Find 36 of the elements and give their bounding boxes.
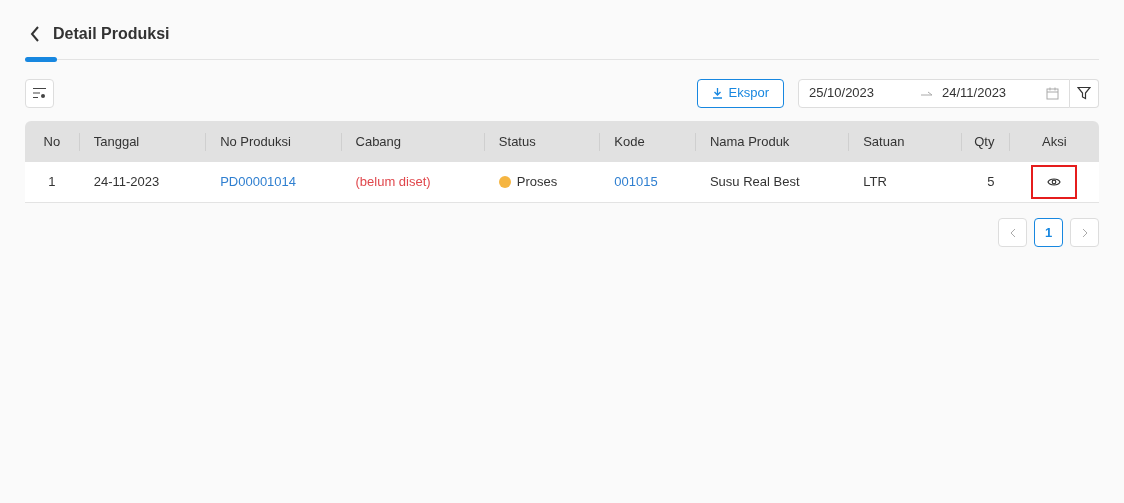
production-link[interactable]: PD00001014	[220, 174, 297, 190]
column-header: Satuan	[863, 132, 905, 151]
table-cell: Susu Real Best	[709, 174, 800, 190]
table-cell: (belum diset)	[355, 174, 431, 190]
code-link[interactable]: 001015	[614, 174, 658, 190]
eye-icon	[1047, 177, 1062, 187]
column-header: Aksi	[1041, 132, 1067, 151]
end-date: 24/11/2023	[942, 84, 1008, 103]
table-cell: 24-11-2023	[93, 174, 160, 190]
column-header: Status	[498, 132, 536, 151]
chevron-right-icon	[1081, 227, 1088, 238]
filter-button[interactable]	[1070, 78, 1099, 108]
settings-list-icon	[32, 87, 47, 99]
table-cell: 5	[987, 174, 995, 190]
date-range-field[interactable]: 25/10/2023 24/11/2023	[798, 78, 1070, 108]
column-header: Nama Produk	[709, 132, 790, 151]
column-settings-button[interactable]	[25, 78, 54, 108]
filter-icon	[1077, 86, 1091, 100]
column-header: Kode	[614, 132, 645, 151]
column-header: Cabang	[355, 132, 402, 151]
start-date: 25/10/2023	[809, 84, 876, 103]
column-header: Qty	[974, 132, 995, 151]
export-button[interactable]: Ekspor	[696, 78, 784, 108]
download-icon	[711, 87, 723, 99]
page-button[interactable]: 1	[1034, 218, 1063, 247]
table-cell: LTR	[863, 174, 887, 190]
column-header: No Produksi	[220, 132, 291, 151]
back-icon[interactable]	[29, 26, 41, 42]
column-header: Tanggal	[93, 132, 140, 151]
page-title: Detail Produksi	[53, 24, 170, 44]
calendar-icon	[1046, 86, 1059, 100]
status-text: Proses	[516, 173, 558, 192]
chevron-left-icon	[1009, 227, 1016, 238]
column-header: No	[43, 132, 61, 151]
view-button[interactable]	[1031, 165, 1078, 199]
table-cell: 1	[48, 174, 56, 190]
